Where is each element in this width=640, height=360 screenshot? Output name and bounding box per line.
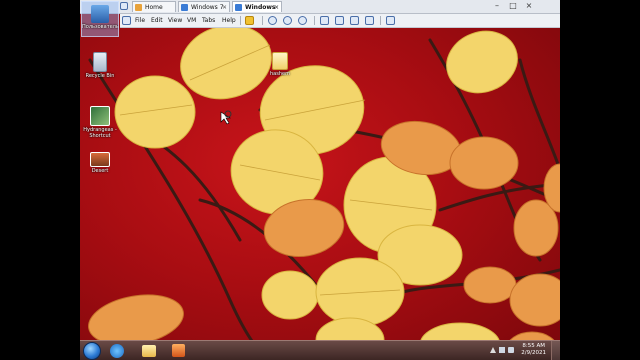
- maximize-button[interactable]: □: [506, 0, 520, 12]
- tab-home[interactable]: Home: [132, 1, 176, 12]
- menu-help[interactable]: Help: [222, 14, 236, 27]
- toolbar-separator: [380, 16, 381, 25]
- desktop-wallpaper: [80, 0, 560, 360]
- full-screen-icon[interactable]: [350, 16, 359, 25]
- vm-tabbar: Home Windows 7-2 × Windows 7 × – □ ×: [80, 0, 560, 22]
- vm-screen: Home Windows 7-2 × Windows 7 × – □ × Fil…: [80, 0, 560, 360]
- console-view-icon[interactable]: [320, 16, 329, 25]
- close-window-button[interactable]: ×: [522, 0, 536, 12]
- vm-icon: [235, 4, 242, 11]
- toolbar-separator: [314, 16, 315, 25]
- toolbar-separator: [240, 16, 241, 25]
- clock[interactable]: 8:55 AM 2/9/2021: [521, 343, 546, 357]
- menu-tabs[interactable]: Tabs: [202, 14, 215, 27]
- desktop-icon-label: Hydrangeas - Shortcut: [83, 127, 117, 139]
- menu-file[interactable]: File: [135, 14, 145, 27]
- mouse-cursor: [220, 110, 232, 125]
- image-shortcut-icon: [90, 106, 110, 126]
- minimize-button[interactable]: –: [490, 0, 504, 12]
- snapshot-manager-icon[interactable]: [298, 16, 307, 25]
- thumbnail-view-icon[interactable]: [335, 16, 344, 25]
- menu-view[interactable]: View: [168, 14, 182, 27]
- image-icon: [90, 152, 110, 167]
- autumn-leaves-wallpaper: [88, 24, 560, 360]
- vm-app-icon: [120, 2, 128, 10]
- snapshot-icon[interactable]: [268, 16, 277, 25]
- internet-explorer-icon[interactable]: [110, 344, 124, 358]
- show-hidden-icons-icon[interactable]: [490, 347, 496, 353]
- power-icon[interactable]: [245, 16, 254, 25]
- close-icon[interactable]: ×: [222, 2, 227, 13]
- desktop-icon-label: Recycle Bin: [85, 73, 115, 79]
- network-icon[interactable]: [499, 347, 505, 353]
- revert-snapshot-icon[interactable]: [283, 16, 292, 25]
- taskbar: 8:55 AM 2/9/2021: [80, 340, 560, 360]
- vm-menubar: File Edit View VM Tabs Help: [120, 14, 560, 28]
- tab-label: Home: [145, 4, 163, 11]
- desktop-icon-label: Desert: [91, 168, 109, 174]
- tab-windows-7[interactable]: Windows 7 ×: [232, 1, 282, 22]
- start-button[interactable]: [83, 342, 101, 360]
- folder-icon: [272, 52, 288, 70]
- menu-edit[interactable]: Edit: [151, 14, 163, 27]
- desktop-icon-recycle-bin[interactable]: Recycle Bin: [82, 52, 118, 79]
- desktop-icon-user[interactable]: Пользователь: [81, 1, 119, 37]
- user-folder-icon: [91, 5, 109, 23]
- desktop-icon-desert[interactable]: Desert: [82, 152, 118, 174]
- clock-date: 2/9/2021: [521, 350, 546, 356]
- stretch-guest-icon[interactable]: [386, 16, 395, 25]
- desktop-icon-label: hashem: [270, 71, 290, 77]
- show-desktop-button[interactable]: [551, 341, 560, 360]
- toolbar-separator: [262, 16, 263, 25]
- media-player-icon[interactable]: [172, 344, 185, 357]
- close-icon[interactable]: ×: [274, 2, 279, 13]
- clock-time: 8:55 AM: [522, 343, 545, 349]
- desktop-icon-label: Пользователь: [82, 24, 119, 30]
- pin-icon[interactable]: [122, 16, 131, 25]
- recycle-bin-icon: [93, 52, 107, 72]
- menu-vm[interactable]: VM: [187, 14, 196, 27]
- home-icon: [135, 4, 142, 11]
- vm-icon: [181, 4, 188, 11]
- windows-explorer-icon[interactable]: [142, 345, 156, 357]
- tab-windows-7-2[interactable]: Windows 7-2 ×: [178, 1, 230, 22]
- desktop-icon-hashem[interactable]: hashem: [262, 52, 298, 77]
- volume-icon[interactable]: [508, 347, 514, 353]
- unity-icon[interactable]: [365, 16, 374, 25]
- desktop-icon-hydrangeas[interactable]: Hydrangeas - Shortcut: [82, 106, 118, 139]
